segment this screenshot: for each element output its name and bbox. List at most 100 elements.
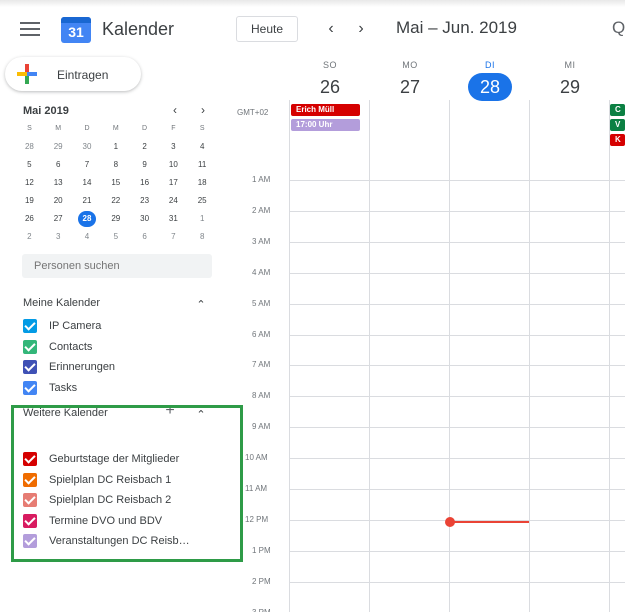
create-button[interactable]: Eintragen [5, 57, 141, 91]
mini-weekday-label: M [55, 125, 62, 132]
hour-gridline [289, 241, 625, 243]
calendar-list-item[interactable]: Tasks [23, 380, 77, 396]
day-column-divider [369, 150, 370, 612]
mini-day[interactable]: 31 [159, 210, 188, 228]
mini-day[interactable]: 19 [15, 192, 44, 210]
calendar-logo-icon: 31 [61, 17, 91, 43]
mini-day[interactable]: 30 [73, 138, 102, 156]
app-title: Kalender [102, 19, 175, 39]
hour-label: 10 AM [245, 453, 268, 463]
mini-day[interactable]: 5 [101, 228, 130, 246]
mini-day[interactable]: 21 [73, 192, 102, 210]
hour-label: 1 AM [252, 175, 271, 184]
day-name: MO [402, 60, 418, 70]
hour-label: 2 AM [252, 205, 271, 215]
mini-weekday-label: S [199, 125, 205, 132]
mini-prev-month-icon[interactable]: ‹ [168, 103, 182, 117]
hour-label: 6 AM [252, 329, 271, 339]
mini-day[interactable]: 9 [130, 156, 159, 174]
mini-day[interactable]: 1 [101, 138, 130, 156]
time-grid[interactable] [289, 150, 625, 612]
top-shadow [0, 0, 625, 7]
mini-day[interactable]: 13 [44, 174, 73, 192]
calendar-list-item[interactable]: IP Camera [23, 318, 101, 334]
hour-gridline [289, 458, 625, 460]
hour-gridline [289, 303, 625, 305]
mini-day[interactable]: 3 [44, 228, 73, 246]
day-column-divider [609, 100, 610, 150]
mini-day[interactable]: 14 [73, 174, 102, 192]
mini-day[interactable]: 16 [130, 174, 159, 192]
mini-day[interactable]: 8 [101, 156, 130, 174]
hour-label: 1 PM [252, 545, 271, 555]
day-name: DI [485, 60, 495, 70]
today-button[interactable]: Heute [236, 16, 298, 42]
hour-gridline [289, 581, 625, 583]
mini-day[interactable]: 18 [188, 174, 217, 192]
mini-day[interactable]: 7 [159, 228, 188, 246]
mini-day[interactable]: 3 [159, 138, 188, 156]
mini-day[interactable]: 28 [73, 210, 102, 228]
all-day-event[interactable]: 17:00 Uhr [291, 119, 360, 131]
all-day-event[interactable]: C [610, 104, 625, 116]
mini-day[interactable]: 17 [159, 174, 188, 192]
mini-day[interactable]: 4 [73, 228, 102, 246]
mini-day[interactable]: 30 [130, 210, 159, 228]
all-day-event[interactable]: Erich Müll [291, 104, 360, 116]
day-header[interactable]: DI 28 [450, 60, 530, 101]
mini-day[interactable]: 2 [130, 138, 159, 156]
day-header[interactable]: SO 26 [290, 60, 370, 101]
day-column-divider [369, 100, 370, 150]
mini-day[interactable]: 4 [188, 138, 217, 156]
day-column-divider [609, 150, 610, 612]
menu-icon[interactable] [20, 22, 40, 36]
mini-day[interactable]: 23 [130, 192, 159, 210]
mini-week-row: 5 6 7 8 9 10 11 [15, 156, 217, 174]
mini-day[interactable]: 15 [101, 174, 130, 192]
mini-day[interactable]: 2 [15, 228, 44, 246]
checkbox-icon[interactable] [23, 339, 37, 354]
mini-day[interactable]: 27 [44, 210, 73, 228]
mini-day[interactable]: 29 [44, 138, 73, 156]
mini-day[interactable]: 6 [130, 228, 159, 246]
chevron-left-icon[interactable]: ‹ [320, 17, 342, 41]
day-column-divider [289, 100, 290, 150]
mini-day[interactable]: 5 [15, 156, 44, 174]
mini-weekday-label: F [171, 125, 176, 132]
mini-day[interactable]: 20 [44, 192, 73, 210]
day-header[interactable]: MO 27 [370, 60, 450, 101]
day-number: 29 [559, 77, 581, 97]
day-column-divider [449, 150, 450, 612]
date-range-title: Mai – Jun. 2019 [396, 18, 517, 37]
chevron-right-icon[interactable]: › [350, 17, 372, 41]
mini-day[interactable]: 7 [73, 156, 102, 174]
mini-day[interactable]: 6 [44, 156, 73, 174]
all-day-event[interactable]: K [610, 134, 625, 146]
mini-day[interactable]: 10 [159, 156, 188, 174]
checkbox-icon[interactable] [23, 319, 37, 333]
mini-weekday-label: D [84, 125, 90, 132]
checkbox-icon[interactable] [23, 360, 37, 374]
mini-day[interactable]: 26 [15, 210, 44, 228]
hour-label: 11 AM [245, 484, 268, 493]
calendar-name: IP Camera [49, 320, 102, 332]
all-day-event[interactable]: V [610, 119, 625, 131]
mini-day[interactable]: 1 [188, 210, 217, 228]
mini-day[interactable]: 11 [188, 156, 217, 174]
calendar-list-item[interactable]: Contacts [23, 339, 92, 355]
search-icon[interactable]: Q [612, 18, 625, 38]
chevron-up-icon[interactable]: ⌃ [194, 298, 208, 311]
mini-day[interactable]: 22 [101, 192, 130, 210]
mini-day[interactable]: 12 [15, 174, 44, 192]
current-time-line [450, 520, 529, 523]
calendar-list-item[interactable]: Erinnerungen [23, 359, 115, 375]
mini-day[interactable]: 28 [15, 138, 44, 156]
mini-day[interactable]: 8 [188, 228, 217, 246]
mini-next-month-icon[interactable]: › [196, 103, 210, 117]
checkbox-icon[interactable] [23, 380, 37, 395]
mini-day[interactable]: 25 [188, 192, 217, 210]
people-search-input[interactable] [22, 254, 212, 278]
day-header[interactable]: MI 29 [530, 60, 610, 101]
mini-day[interactable]: 29 [101, 210, 130, 228]
mini-day[interactable]: 24 [159, 192, 188, 210]
